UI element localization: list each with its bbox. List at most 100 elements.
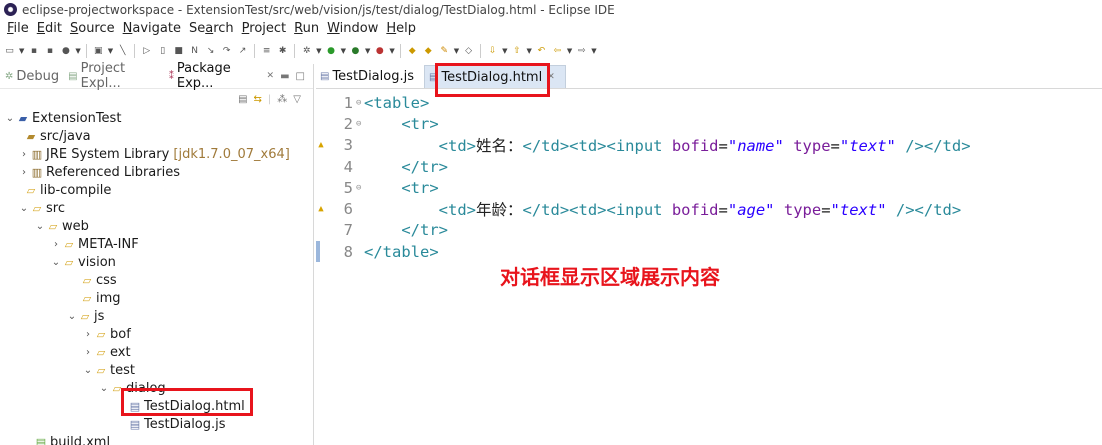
menu-help[interactable]: Help [382,21,420,36]
chevron-down-icon[interactable]: ▼ [75,47,80,55]
menu-source[interactable]: Source [66,21,119,36]
chevron-right-icon[interactable]: › [18,167,30,178]
prev-annotation-icon[interactable]: ⇧ [511,45,524,58]
chevron-down-icon[interactable]: ▼ [502,47,507,55]
debug-icon[interactable]: ● [59,45,72,58]
tab-package-explorer[interactable]: ⁑ Package Exp... ✕ [166,61,280,91]
close-icon[interactable]: ✕ [547,72,555,82]
tree-node-src[interactable]: ⌄ ▱ src [0,199,313,217]
chevron-down-icon[interactable]: ⌄ [18,203,30,214]
fold-icon[interactable]: ⊖ [356,98,364,108]
save-icon[interactable]: ▪ [27,45,40,58]
chevron-right-icon[interactable]: › [50,239,62,250]
tab-testdialog-html[interactable]: ▤ TestDialog.html ✕ [423,65,566,88]
chevron-right-icon[interactable]: › [18,149,30,160]
editor-area: ▤ TestDialog.js ▤ TestDialog.html ✕ 1 ⊖ <… [316,63,1102,445]
open-task-icon[interactable]: ◆ [422,45,435,58]
tree-node-src-java[interactable]: ▰ src/java [0,127,313,145]
warning-icon[interactable]: ▲ [316,140,326,150]
menu-file[interactable]: File [3,21,33,36]
debug-run-icon[interactable]: ✲ [300,45,313,58]
toggle-mark-icon[interactable]: ≡ [260,45,273,58]
tree-node-lib-compile[interactable]: ▱ lib-compile [0,181,313,199]
chevron-down-icon[interactable]: ▼ [454,47,459,55]
terminal-icon[interactable]: ▣ [92,45,105,58]
chevron-right-icon[interactable]: › [82,329,94,340]
warning-icon[interactable]: ▲ [316,204,326,214]
tree-node-img[interactable]: ▱ img [0,289,313,307]
step-over-icon[interactable]: ↷ [220,45,233,58]
chevron-down-icon[interactable]: ▼ [108,47,113,55]
tree-node-dialog[interactable]: ⌄ ▱ dialog [0,379,313,397]
suspend-icon[interactable]: ▯ [156,45,169,58]
tree-node-js[interactable]: ⌄ ▱ js [0,307,313,325]
chevron-down-icon[interactable]: ⌄ [98,383,110,394]
disconnect-icon[interactable]: N [188,45,201,58]
forward-icon[interactable]: ⇨ [575,45,588,58]
menu-run[interactable]: Run [290,21,323,36]
open-type-icon[interactable]: ◆ [406,45,419,58]
tab-project-explorer[interactable]: ▤ Project Expl... [65,61,166,91]
maximize-icon[interactable]: □ [296,71,305,82]
coverage-icon[interactable]: ● [349,45,362,58]
tree-node-referenced-libraries[interactable]: › ▥ Referenced Libraries [0,163,313,181]
menu-edit[interactable]: Edit [33,21,66,36]
chevron-down-icon[interactable]: ▼ [567,47,572,55]
chevron-down-icon[interactable]: ▼ [389,47,394,55]
chevron-down-icon[interactable]: ▼ [527,47,532,55]
chevron-down-icon[interactable]: ▼ [316,47,321,55]
tree-node-testdialog-html[interactable]: ▤ TestDialog.html [0,397,313,415]
chevron-down-icon[interactable]: ▼ [19,47,24,55]
resume-icon[interactable]: ▷ [140,45,153,58]
fold-icon[interactable]: ⊖ [356,119,364,129]
chevron-down-icon[interactable]: ▼ [341,47,346,55]
terminate-icon[interactable]: ■ [172,45,185,58]
focus-icon[interactable]: ⁂ [277,94,287,105]
chevron-right-icon[interactable]: › [82,347,94,358]
fold-icon[interactable]: ⊖ [356,183,364,193]
save-all-icon[interactable]: ▪ [43,45,56,58]
minimize-icon[interactable]: ▬ [280,71,289,82]
collapse-all-icon[interactable]: ▤ [238,94,247,105]
external-run-icon[interactable]: ● [373,45,386,58]
chevron-down-icon[interactable]: ⌄ [82,365,94,376]
step-return-icon[interactable]: ↗ [236,45,249,58]
tree-node-bof[interactable]: › ▱ bof [0,325,313,343]
code-editor[interactable]: 1 ⊖ <table> 2 ⊖ <tr> ▲ 3 <td>姓名：</td><td><… [316,92,1102,263]
tab-debug[interactable]: ✲ Debug [2,64,65,89]
tree-node-vision[interactable]: ⌄ ▱ vision [0,253,313,271]
close-icon[interactable]: ✕ [267,71,275,81]
search-icon[interactable]: ✎ [438,45,451,58]
menu-navigate[interactable]: Navigate [119,21,185,36]
last-edit-icon[interactable]: ↶ [535,45,548,58]
skip-breakpoints-icon[interactable]: ╲ [116,45,129,58]
tree-node-css[interactable]: ▱ css [0,271,313,289]
menu-window[interactable]: Window [323,21,382,36]
chevron-down-icon[interactable]: ⌄ [50,257,62,268]
tree-node-ext[interactable]: › ▱ ext [0,343,313,361]
link-editor-icon[interactable]: ⇆ [254,94,262,105]
tab-testdialog-js[interactable]: ▤ TestDialog.js [316,65,424,88]
external-tools-icon[interactable]: ✱ [276,45,289,58]
tree-node-web[interactable]: ⌄ ▱ web [0,217,313,235]
chevron-down-icon[interactable]: ▼ [365,47,370,55]
chevron-down-icon[interactable]: ⌄ [66,311,78,322]
tree-node-jre-library[interactable]: › ▥ JRE System Library [jdk1.7.0_07_x64] [0,145,313,163]
step-into-icon[interactable]: ↘ [204,45,217,58]
new-icon[interactable]: ▭ [3,45,16,58]
tree-node-build-xml[interactable]: ▤ build.xml [0,433,313,445]
chevron-down-icon[interactable]: ⌄ [34,221,46,232]
tree-node-testdialog-js[interactable]: ▤ TestDialog.js [0,415,313,433]
chevron-down-icon[interactable]: ▼ [591,47,596,55]
tree-node-test[interactable]: ⌄ ▱ test [0,361,313,379]
menu-search[interactable]: Search [185,21,238,36]
tree-node-extensiontest[interactable]: ⌄ ▰ ExtensionTest [0,109,313,127]
view-menu-icon[interactable]: ▽ [293,94,301,105]
back-icon[interactable]: ⇦ [551,45,564,58]
next-annotation-icon[interactable]: ⇩ [486,45,499,58]
menu-project[interactable]: Project [238,21,291,36]
chevron-down-icon[interactable]: ⌄ [4,113,16,124]
run-icon[interactable]: ● [325,45,338,58]
annotation-nav-icon[interactable]: ◇ [462,45,475,58]
tree-node-meta-inf[interactable]: › ▱ META-INF [0,235,313,253]
